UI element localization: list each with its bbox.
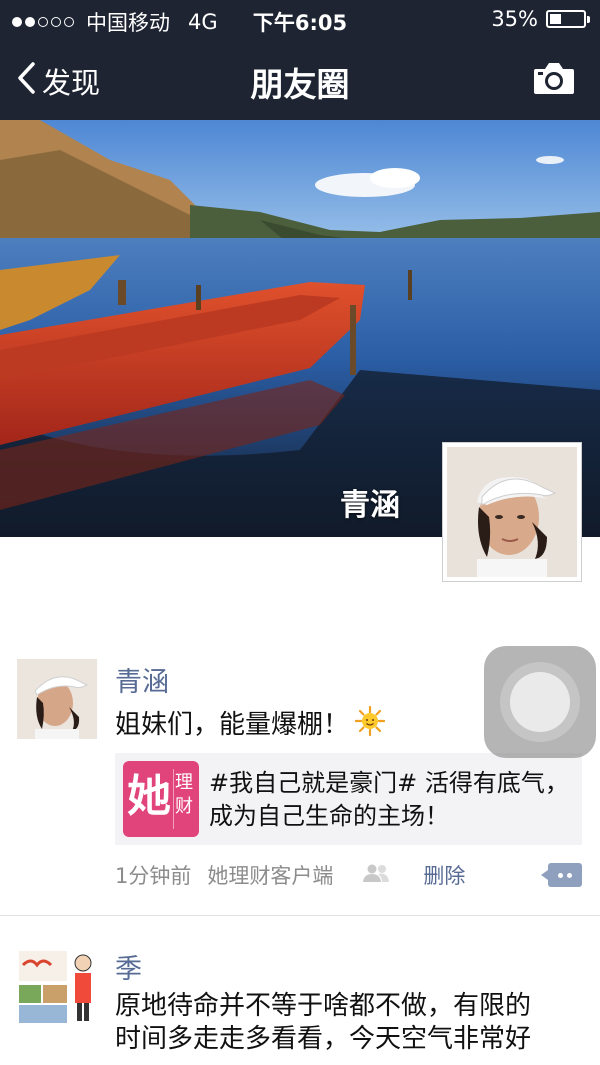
shared-link-card[interactable]: 她 理 财 #我自己就是豪门# 活得有底气，成为自己生命的主场！ [115,753,582,845]
post-time: 1分钟前 [115,864,192,888]
post-author-avatar[interactable] [17,945,97,1025]
post-author-name[interactable]: 青涵 [115,660,169,699]
post-divider [0,915,600,916]
avatar-photo [447,447,577,577]
assistive-touch-button[interactable] [484,646,596,758]
visibility-friends-icon[interactable] [361,863,391,888]
camera-icon[interactable] [532,60,576,100]
page-title: 朋友圈 [250,65,350,104]
cover-owner-name: 青涵 [340,488,400,523]
post-meta: 1分钟前 她理财客户端 删除 [115,860,465,890]
top-bar: 中国移动 4G 下午6:05 35% 发现 朋友圈 [0,0,600,120]
battery-percent: 35% [491,7,538,31]
sun-emoji-icon [354,705,386,745]
avatar-photo [17,659,97,739]
post-text-content: 姐妹们，能量爆棚！ [115,710,350,740]
post-text: 原地待命并不等于啥都不做，有限的 时间多走走多看看，今天空气非常好 [115,990,531,1056]
post-text: 姐妹们，能量爆棚！ [115,705,386,745]
logo-small-char-2: 财 [175,796,193,817]
delete-button[interactable]: 删除 [423,860,465,890]
comment-more-icon[interactable] [541,863,582,887]
avatar-collage-image [17,945,97,1025]
post-text-line: 时间多走走多看看，今天空气非常好 [115,1024,532,1054]
battery-icon [546,10,590,28]
post-author-name[interactable]: 季 [115,947,142,986]
post-author-avatar[interactable] [17,659,97,739]
logo-small-char-1: 理 [175,772,193,793]
profile-avatar[interactable] [442,442,582,582]
shared-link-title: #我自己就是豪门# 活得有底气，成为自己生命的主场！ [209,769,569,830]
app-logo: 她 理 财 [123,761,199,837]
post-source[interactable]: 她理财客户端 [207,860,333,890]
logo-main-char: 她 [127,771,171,822]
nav-bar: 发现 朋友圈 [0,40,600,120]
status-bar: 中国移动 4G 下午6:05 35% [0,0,600,40]
post-text-line: 原地待命并不等于啥都不做，有限的 [115,991,532,1021]
